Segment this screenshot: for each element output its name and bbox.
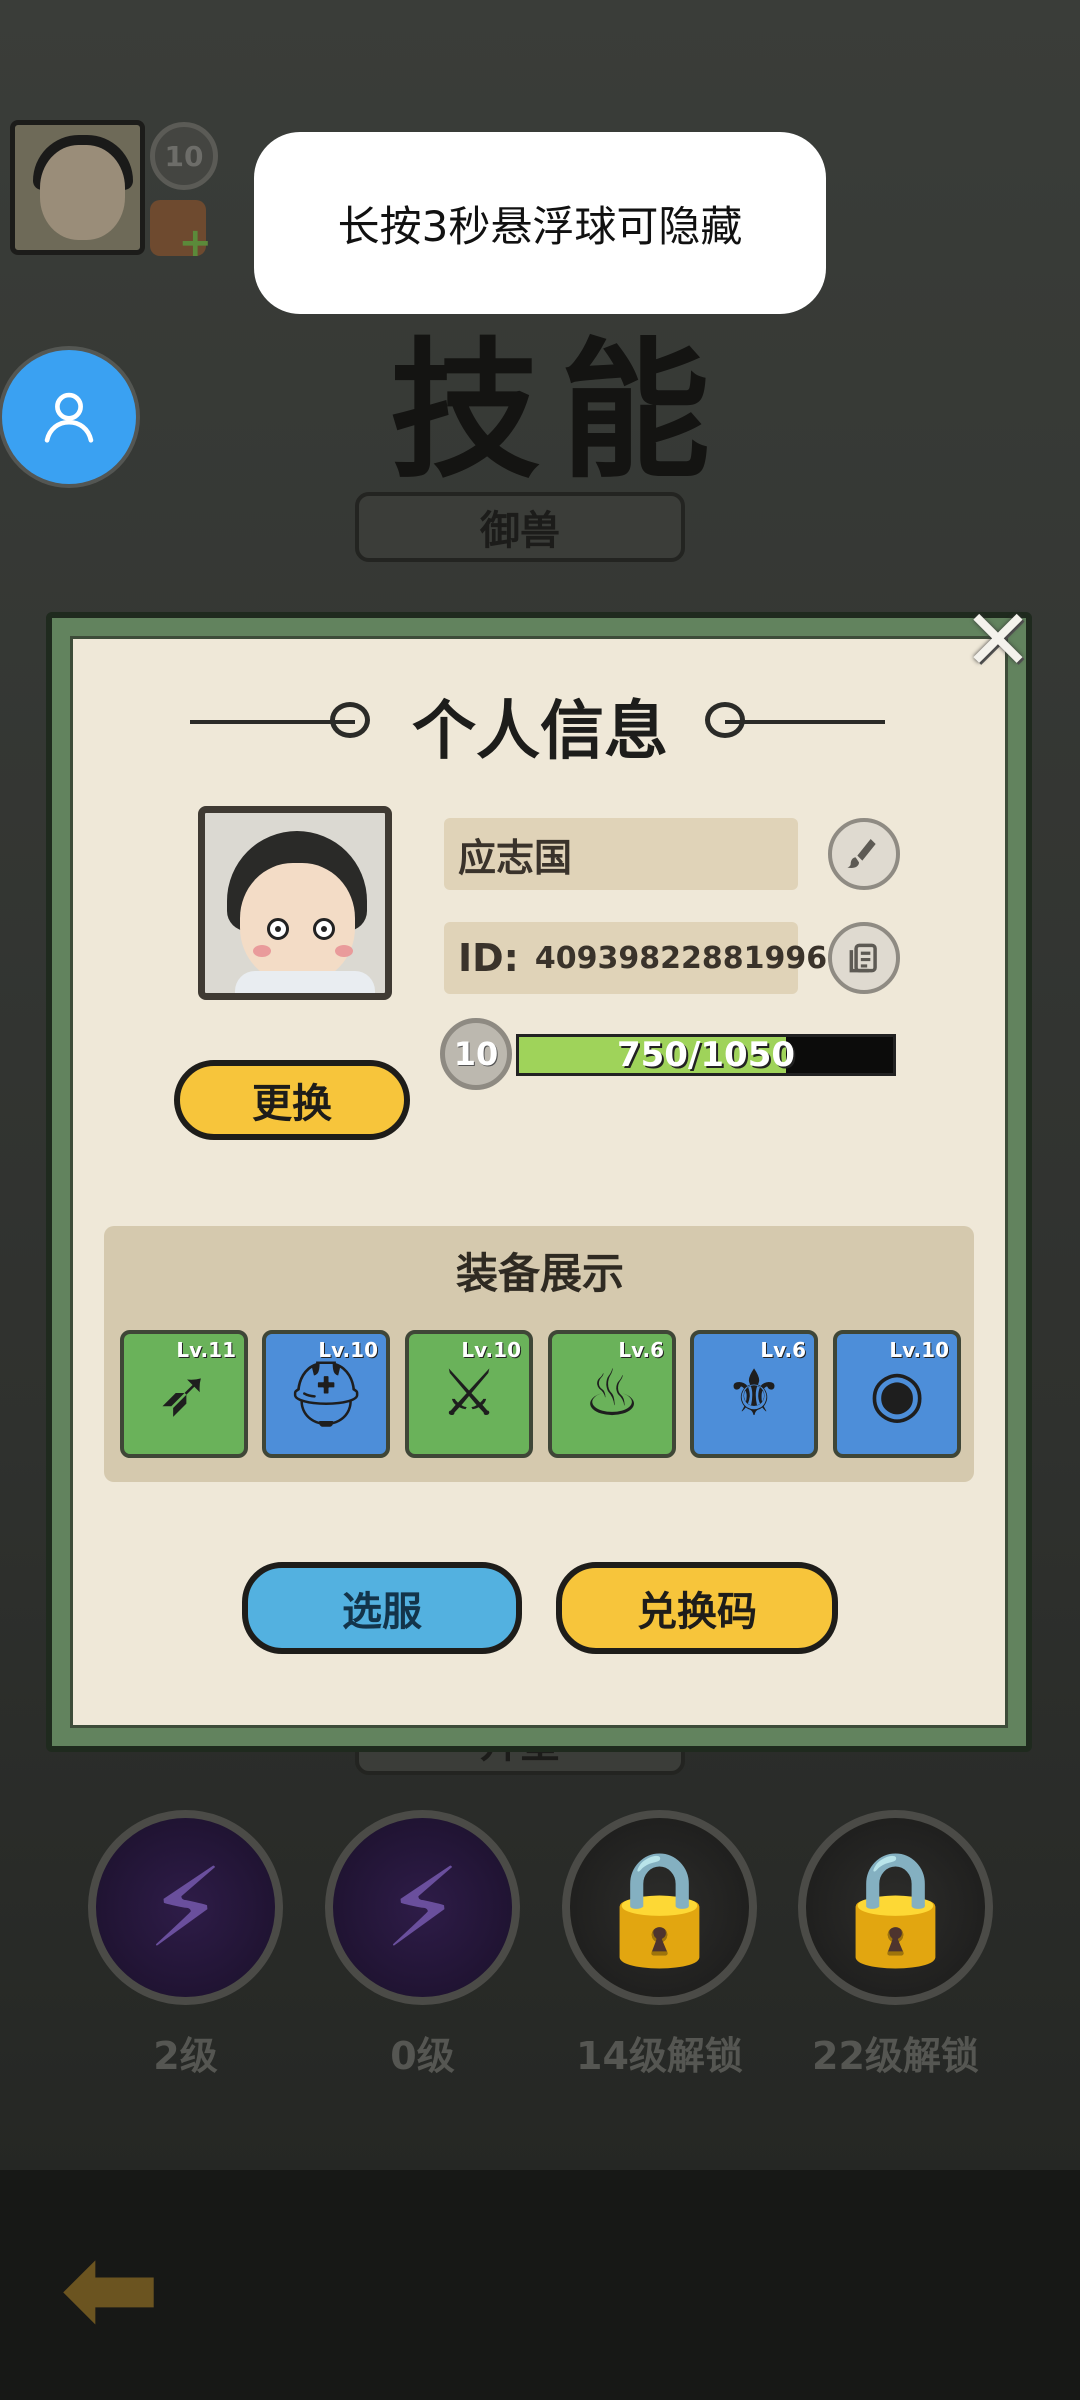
brush-icon bbox=[847, 839, 876, 868]
claw-weapon-icon: ⚔ bbox=[440, 1357, 498, 1431]
section-banner-top: 御兽 bbox=[355, 492, 685, 562]
equipment-slot[interactable]: Lv.10 ◉ bbox=[833, 1330, 961, 1458]
close-icon[interactable]: ✕ bbox=[958, 598, 1038, 682]
player-avatar[interactable] bbox=[10, 120, 145, 255]
equipment-level: Lv.11 bbox=[176, 1338, 236, 1362]
skill-slot-1[interactable]: ⚡ bbox=[88, 1810, 283, 2005]
dialog-title: 个人信息 bbox=[412, 695, 668, 769]
redeem-code-button[interactable]: 兑换码 bbox=[556, 1562, 838, 1654]
equipment-level: Lv.10 bbox=[318, 1338, 378, 1362]
id-label: ID: bbox=[458, 936, 519, 980]
equipment-level: Lv.6 bbox=[760, 1338, 806, 1362]
orb-ring-icon: ◉ bbox=[869, 1357, 925, 1431]
change-avatar-button[interactable]: 更换 bbox=[174, 1060, 410, 1140]
skill-slot-3[interactable]: 🔒 bbox=[562, 1810, 757, 2005]
bow-icon: ➶ bbox=[157, 1357, 211, 1431]
copy-icon bbox=[849, 943, 877, 973]
equipment-slot[interactable]: Lv.6 ⚜ bbox=[690, 1330, 818, 1458]
equipment-slot[interactable]: Lv.6 ♨ bbox=[548, 1330, 676, 1458]
profile-dialog bbox=[46, 612, 1032, 1752]
page-title: 技能 bbox=[390, 323, 731, 499]
bottom-bar bbox=[0, 2170, 1080, 2400]
equipment-slot[interactable]: Lv.11 ➶ bbox=[120, 1330, 248, 1458]
skill-slot-2[interactable]: ⚡ bbox=[325, 1810, 520, 2005]
equipment-title: 装备展示 bbox=[455, 1249, 624, 1298]
select-server-button[interactable]: 选服 bbox=[242, 1562, 522, 1654]
player-id-field: ID: 409398228819968 bbox=[444, 922, 848, 994]
floating-ball[interactable] bbox=[2, 350, 136, 484]
equipment-level: Lv.6 bbox=[618, 1338, 664, 1362]
edit-name-button[interactable] bbox=[828, 818, 900, 890]
equipment-slot[interactable]: Lv.10 ⛑ bbox=[262, 1330, 390, 1458]
lock-icon: 🔒 bbox=[827, 1843, 964, 1971]
lightning-icon: ⚡ bbox=[383, 1843, 462, 1972]
skill-label-2: 0级 bbox=[390, 2034, 455, 2078]
belt-icon: ♨ bbox=[583, 1357, 641, 1431]
skill-slot-4[interactable]: 🔒 bbox=[798, 1810, 993, 2005]
xp-progress-bar: 750/1050 bbox=[516, 1034, 896, 1076]
copy-id-button[interactable] bbox=[828, 922, 900, 994]
profile-panel bbox=[70, 636, 1008, 1728]
player-level-badge: 10 bbox=[150, 122, 218, 190]
xp-progress-text: 750/1050 bbox=[616, 1035, 796, 1075]
skill-label-1: 2级 bbox=[153, 2034, 218, 2078]
lightning-icon: ⚡ bbox=[146, 1843, 225, 1972]
player-name-field: 应志国 bbox=[444, 818, 798, 890]
equipment-slot[interactable]: Lv.10 ⚔ bbox=[405, 1330, 533, 1458]
boots-icon: ⚜ bbox=[725, 1357, 783, 1431]
player-name: 应志国 bbox=[458, 835, 573, 880]
equipment-level: Lv.10 bbox=[889, 1338, 949, 1362]
skill-label-3: 14级解锁 bbox=[576, 2034, 743, 2078]
toast-message: 长按3秒悬浮球可隐藏 bbox=[254, 132, 826, 314]
player-id: 409398228819968 bbox=[534, 940, 849, 976]
gift-icon[interactable] bbox=[150, 200, 212, 266]
lock-icon: 🔒 bbox=[591, 1843, 728, 1971]
skill-label-4: 22级解锁 bbox=[812, 2034, 979, 2078]
equipment-level: Lv.10 bbox=[461, 1338, 521, 1362]
user-icon bbox=[44, 392, 94, 443]
helmet-icon: ⛑ bbox=[285, 1357, 367, 1432]
profile-avatar bbox=[198, 806, 392, 1000]
level-badge: 10 bbox=[440, 1018, 512, 1090]
back-arrow-icon[interactable]: ⬅ bbox=[60, 2220, 161, 2359]
